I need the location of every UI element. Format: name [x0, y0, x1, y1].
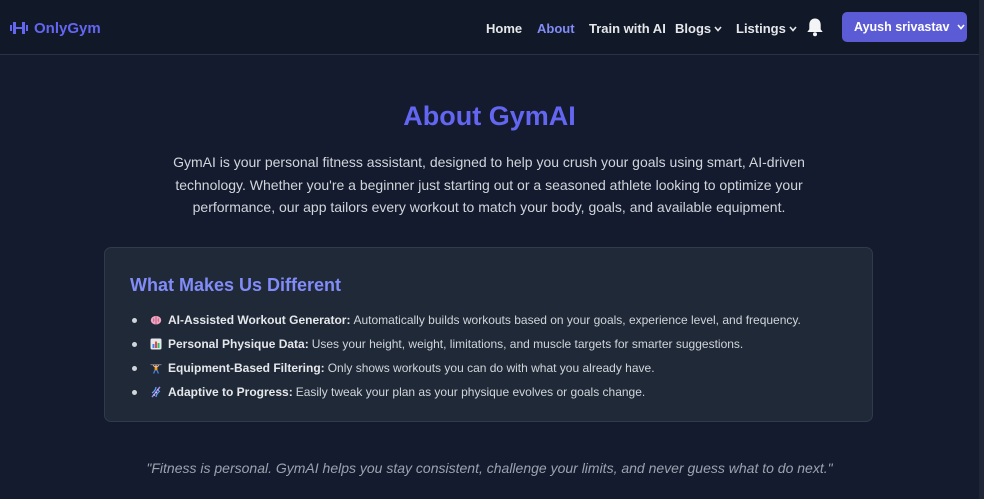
bullet [132, 389, 137, 395]
features-list: AI-Assisted Workout Generator: Automatic… [132, 308, 801, 404]
nav-links: Home About Train with AI Blogs Listings [486, 19, 797, 37]
feature-text: Automatically builds workouts based on y… [353, 313, 801, 327]
nav-train-label: Train with AI [589, 20, 666, 36]
list-item: AI-Assisted Workout Generator: Automatic… [132, 308, 801, 332]
bullet [132, 365, 137, 371]
user-menu-button[interactable]: Ayush srivastav [842, 12, 967, 42]
nav-listings-label: Listings [736, 20, 786, 36]
nav-home-label: Home [486, 20, 523, 36]
dna-icon [150, 386, 162, 398]
nav-about-label: About [537, 20, 575, 36]
brand-logo[interactable]: OnlyGym [10, 17, 101, 39]
chevron-down-icon [714, 25, 722, 32]
top-navbar: OnlyGym Home About Train with AI Blogs L… [0, 0, 979, 55]
nav-about[interactable]: About [537, 21, 589, 36]
scrollbar[interactable] [979, 0, 984, 499]
list-item: Adaptive to Progress: Easily tweak your … [132, 380, 801, 404]
nav-blogs-label: Blogs [675, 20, 712, 36]
brain-icon [150, 314, 162, 326]
bar-chart-icon [150, 338, 162, 350]
nav-blogs[interactable]: Blogs [675, 21, 736, 36]
feature-text: Easily tweak your plan as your physique … [295, 385, 646, 399]
dumbbell-icon [10, 21, 28, 35]
nav-home[interactable]: Home [486, 21, 537, 36]
nav-train-with-ai[interactable]: Train with AI [589, 21, 675, 36]
feature-name: Adaptive to Progress: [168, 385, 293, 399]
list-item: Equipment-Based Filtering: Only shows wo… [132, 356, 801, 380]
feature-name: Personal Physique Data: [168, 337, 309, 351]
list-item: Personal Physique Data: Uses your height… [132, 332, 801, 356]
chevron-down-icon [957, 24, 966, 30]
feature-name: AI-Assisted Workout Generator: [168, 313, 351, 327]
weightlifter-icon [150, 362, 162, 374]
bullet [132, 317, 137, 323]
feature-name: Equipment-Based Filtering: [168, 361, 325, 375]
feature-text: Uses your height, weight, limitations, a… [311, 337, 744, 351]
user-name: Ayush srivastav [854, 20, 950, 34]
feature-text: Only shows workouts you can do with what… [327, 361, 655, 375]
brand-name: OnlyGym [34, 19, 101, 37]
nav-listings[interactable]: Listings [736, 21, 797, 36]
intro-text: GymAI is your personal fitness assistant… [173, 154, 805, 215]
page-title: About GymAI [403, 101, 576, 131]
bell-icon[interactable] [806, 17, 824, 37]
features-card: What Makes Us Different AI-Assisted Work… [104, 247, 873, 422]
bullet [132, 341, 137, 347]
quote-text: "Fitness is personal. GymAI helps you st… [146, 460, 833, 476]
chevron-down-icon [789, 25, 797, 32]
features-title: What Makes Us Different [130, 275, 342, 295]
